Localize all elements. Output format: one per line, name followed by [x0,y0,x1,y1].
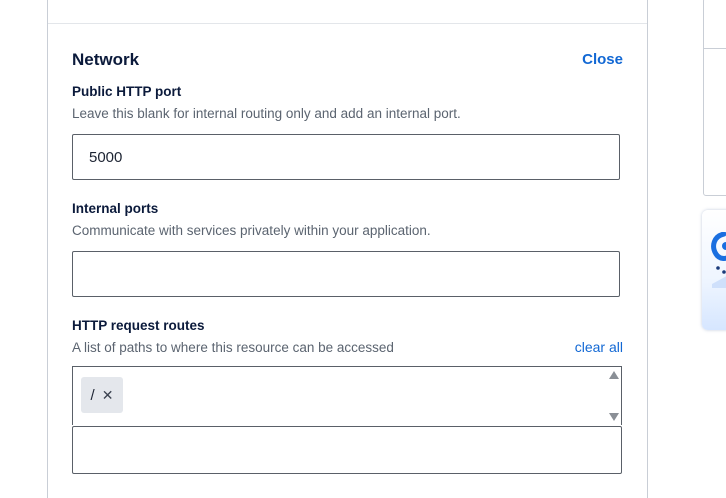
public-http-port-help: Leave this blank for internal routing on… [72,106,461,121]
routes-scrollbar[interactable] [606,367,621,425]
top-divider [48,23,647,24]
close-button[interactable]: Close [582,51,623,68]
assistant-logo-icon [711,232,726,288]
network-settings-panel: Network Close Public HTTP port Leave thi… [47,0,648,498]
http-request-routes-label: HTTP request routes [72,318,205,333]
close-icon[interactable]: ✕ [102,387,114,404]
new-route-input[interactable] [72,426,622,474]
clear-all-button[interactable]: clear all [575,339,623,355]
scroll-down-arrow-icon[interactable] [609,413,619,421]
internal-ports-label: Internal ports [72,201,159,216]
background-card [703,0,726,196]
public-http-port-label: Public HTTP port [72,84,182,99]
internal-ports-input[interactable] [72,251,620,297]
internal-ports-help: Communicate with services privately with… [72,223,431,238]
background-card-divider [704,48,726,49]
scroll-up-arrow-icon[interactable] [609,371,619,379]
public-http-port-input[interactable] [72,134,620,180]
route-chip[interactable]: / ✕ [81,377,123,413]
http-request-routes-help: A list of paths to where this resource c… [72,340,394,355]
floating-assistant-widget[interactable] [702,210,726,330]
routes-tag-list[interactable]: / ✕ [72,366,622,425]
route-chip-label: / [90,386,95,404]
section-title: Network [72,50,140,69]
